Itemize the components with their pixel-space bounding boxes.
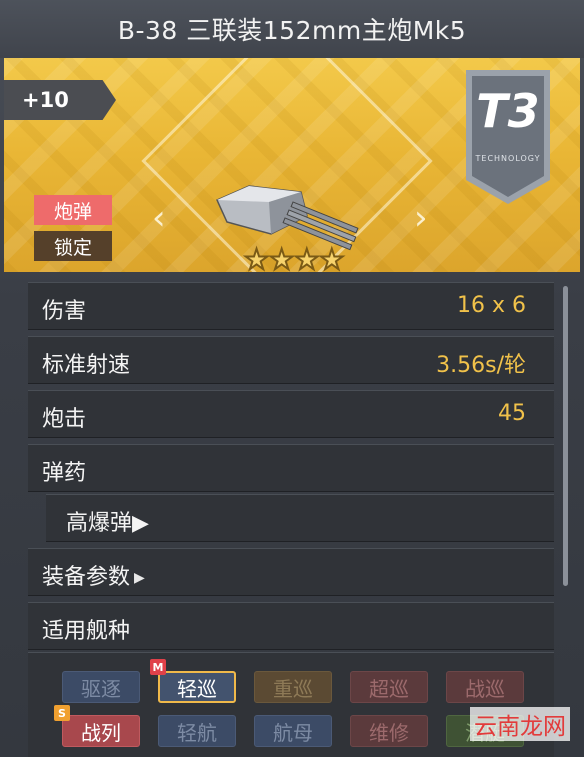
title-bar: B-38 三联装152mm主炮Mk5 — [0, 0, 584, 58]
star-icons: ★★★★ — [243, 243, 345, 273]
expand-arrow-icon: ▶ — [134, 570, 145, 586]
tag-light-cruiser: 轻巡 — [158, 671, 236, 703]
tag-battleship: 战列 — [62, 715, 140, 747]
tier-subtitle: TECHNOLOGY — [475, 154, 541, 163]
stat-value: 45 — [498, 401, 526, 426]
stat-row-firepower: 炮击 45 — [28, 390, 554, 438]
tag-carrier: 航母 — [254, 715, 332, 747]
tag-repair: 维修 — [350, 715, 428, 747]
equipment-title: B-38 三联装152mm主炮Mk5 — [117, 16, 467, 45]
prev-arrow-icon[interactable]: ‹ — [152, 198, 166, 238]
tag-destroyer: 驱逐 — [62, 671, 140, 703]
stat-row-damage: 伤害 16 x 6 — [28, 282, 554, 330]
site-watermark: 云南龙网 — [470, 707, 570, 741]
expand-arrow-icon: ▶ — [132, 511, 149, 536]
category-badge: 炮弹 — [34, 195, 112, 225]
enhance-level: +10 — [22, 88, 69, 112]
ship-type-tags: 驱逐 轻巡 M 重巡 超巡 战巡 战列 S 轻航 航母 维修 潜艇 — [28, 652, 554, 757]
sub-slot-marker: S — [54, 705, 70, 721]
stat-row-ammo: 弹药 — [28, 444, 554, 492]
applicable-ships-row: 适用舰种 — [28, 602, 554, 650]
stat-label: 伤害 — [42, 299, 87, 324]
ammo-type-row[interactable]: 高爆弹▶ — [46, 494, 554, 542]
tag-light-carrier: 轻航 — [158, 715, 236, 747]
scrollbar[interactable] — [563, 286, 568, 586]
ammo-type-label: 高爆弹▶ — [66, 511, 149, 536]
stat-label: 弹药 — [42, 461, 87, 486]
rarity-stars: ★★★★ — [243, 243, 345, 273]
category-label: 炮弹 — [53, 200, 92, 223]
applicable-ships-label: 适用舰种 — [42, 619, 131, 644]
equipment-params-label: 装备参数 ▶ — [42, 565, 145, 590]
next-arrow-icon[interactable]: › — [414, 198, 428, 238]
lock-label: 锁定 — [53, 236, 92, 259]
enhance-level-tag: +10 — [4, 80, 116, 120]
stat-value: 3.56s/轮 — [436, 353, 526, 378]
equipment-params-row[interactable]: 装备参数 ▶ — [28, 548, 554, 596]
stat-label: 炮击 — [42, 407, 87, 432]
main-slot-marker: M — [150, 659, 166, 675]
lock-button[interactable]: 锁定 — [34, 231, 112, 261]
tag-heavy-cruiser: 重巡 — [254, 671, 332, 703]
stat-label: 标准射速 — [42, 353, 131, 378]
tier-badge: T3 TECHNOLOGY — [462, 70, 554, 208]
tag-battlecruiser: 战巡 — [446, 671, 524, 703]
tier-label: T3 — [476, 84, 540, 138]
stat-value: 16 x 6 — [457, 293, 526, 318]
stat-row-fire-rate: 标准射速 3.56s/轮 — [28, 336, 554, 384]
tag-super-cruiser: 超巡 — [350, 671, 428, 703]
equipment-banner: +10 ‹ › T3 TECHNOLOGY 炮弹 锁定 ★★★★ — [4, 58, 580, 272]
equipment-detail-panel: B-38 三联装152mm主炮Mk5 +10 ‹ › T3 TECHNOLOGY… — [0, 0, 584, 757]
